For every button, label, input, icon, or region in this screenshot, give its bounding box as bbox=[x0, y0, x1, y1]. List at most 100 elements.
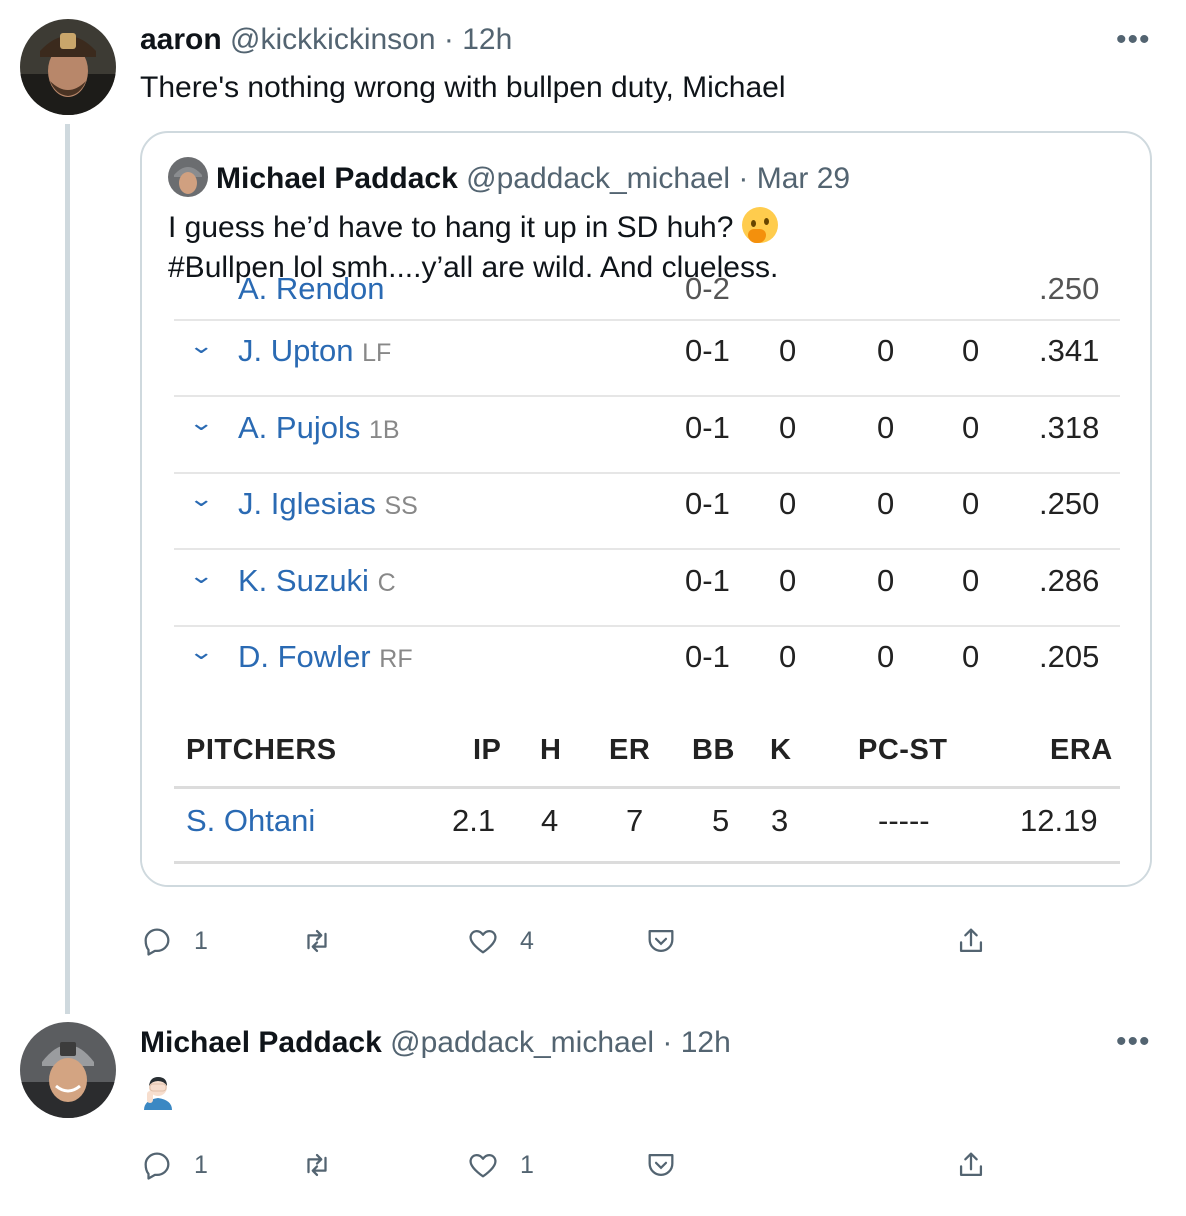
display-name[interactable]: aaron bbox=[140, 23, 222, 56]
batter-bb: 0 bbox=[962, 562, 980, 598]
batter-avg: .318 bbox=[1039, 409, 1100, 445]
like-button[interactable]: 4 bbox=[466, 924, 534, 958]
tweet-header: Michael Paddack @paddack_michael · 12h bbox=[140, 1025, 731, 1061]
batter-ab-h: 0-1 bbox=[685, 409, 730, 445]
batter-ab-h: 0-1 bbox=[685, 486, 730, 521]
reply-count: 1 bbox=[194, 926, 208, 955]
share-button[interactable] bbox=[954, 924, 988, 958]
expand-chevron-icon: ⌄ bbox=[188, 562, 215, 588]
batter-avg: .250 bbox=[1039, 486, 1100, 521]
pitcher-col-header: ER bbox=[609, 734, 651, 766]
more-options-icon[interactable]: ••• bbox=[1116, 1027, 1151, 1057]
pitcher-player: S. Ohtani bbox=[186, 803, 316, 838]
timestamp[interactable]: 12h bbox=[681, 1026, 731, 1059]
pitcher-col-header: ERA bbox=[1050, 734, 1113, 766]
share-button[interactable] bbox=[954, 1148, 988, 1182]
row-divider bbox=[174, 319, 1120, 321]
pitcher-ip: 2.1 bbox=[452, 803, 496, 838]
row-divider bbox=[174, 395, 1120, 397]
pitcher-k: 3 bbox=[771, 803, 789, 838]
batter-ab-h: 0-1 bbox=[685, 562, 730, 598]
batter-r: 0 bbox=[779, 333, 797, 368]
batter-r: 0 bbox=[779, 562, 797, 598]
pitcher-bb: 5 bbox=[712, 803, 730, 838]
avatar-aaron[interactable] bbox=[20, 19, 116, 115]
heart-icon bbox=[469, 929, 497, 954]
retweet-button[interactable] bbox=[300, 924, 334, 958]
avatar-michael-paddack[interactable] bbox=[20, 1022, 116, 1118]
like-count: 1 bbox=[520, 1150, 534, 1179]
batter-bb: 0 bbox=[962, 486, 980, 521]
batter-r: 0 bbox=[779, 639, 797, 674]
batter-name: J. Upton LF bbox=[238, 333, 391, 369]
pitcher-era: 12.19 bbox=[1020, 803, 1098, 838]
quoted-tweet[interactable]: Michael Paddack @paddack_michael · Mar 2… bbox=[140, 131, 1152, 887]
pitcher-h: 4 bbox=[541, 803, 559, 838]
reply-icon bbox=[144, 1152, 170, 1180]
reply-icon bbox=[144, 928, 170, 956]
pitcher-col-header: BB bbox=[692, 734, 735, 766]
tweet-actions: 1 4 bbox=[140, 924, 1000, 964]
batter-position: 1B bbox=[368, 415, 400, 444]
share-icon bbox=[959, 928, 983, 953]
batter-avg: .205 bbox=[1039, 639, 1100, 674]
more-options-icon[interactable]: ••• bbox=[1116, 25, 1151, 55]
partial-row-avg: .250 bbox=[1039, 271, 1100, 306]
separator: · bbox=[662, 1026, 673, 1059]
batter-position: C bbox=[377, 568, 396, 597]
heart-icon bbox=[469, 1153, 497, 1178]
partial-row-ab: 0-2 bbox=[685, 271, 730, 306]
box-score-image: A. Rendon 0-2 .250 ⌄ J. Upton LF 0-1 0 0 0 .34… bbox=[142, 271, 1150, 885]
batter-name: D. Fowler RF bbox=[238, 639, 413, 675]
quote-display-name: Michael Paddack bbox=[216, 162, 458, 195]
reply-button[interactable]: 1 bbox=[140, 924, 208, 958]
batter-player: J. Iglesias bbox=[238, 486, 376, 521]
batter-position: LF bbox=[362, 339, 392, 367]
batter-rbi: 0 bbox=[877, 486, 895, 521]
batter-player: J. Upton bbox=[238, 333, 354, 368]
share-icon bbox=[959, 1152, 983, 1177]
retweet-icon bbox=[307, 1153, 327, 1177]
reply-button[interactable]: 1 bbox=[140, 1148, 208, 1182]
section-divider bbox=[174, 861, 1120, 864]
batter-bb: 0 bbox=[962, 639, 980, 674]
row-divider bbox=[174, 471, 1120, 474]
batter-ab-h: 0-1 bbox=[685, 639, 730, 674]
retweet-button[interactable] bbox=[300, 1148, 334, 1182]
pocket-save-icon bbox=[648, 929, 674, 952]
batter-avg: .286 bbox=[1039, 562, 1100, 598]
batter-player: K. Suzuki bbox=[238, 562, 369, 598]
avatar-paddack bbox=[168, 157, 208, 197]
timestamp[interactable]: 12h bbox=[462, 23, 512, 56]
retweet-icon bbox=[307, 929, 327, 953]
bookmark-button[interactable] bbox=[644, 924, 678, 958]
pitcher-col-header: IP bbox=[473, 734, 502, 766]
expand-chevron-icon: ⌄ bbox=[188, 486, 215, 511]
person-facepalming-icon bbox=[144, 1077, 172, 1110]
row-divider bbox=[174, 548, 1120, 550]
expand-chevron-icon: ⌄ bbox=[188, 639, 215, 664]
row-divider bbox=[174, 624, 1120, 627]
thinking-face-icon bbox=[741, 207, 778, 243]
reply-count: 1 bbox=[194, 1150, 208, 1179]
batter-player: D. Fowler bbox=[238, 639, 371, 674]
batter-name: J. Iglesias SS bbox=[238, 486, 418, 522]
pitcher-col-header: PC-ST bbox=[858, 734, 948, 766]
bookmark-button[interactable] bbox=[644, 1148, 678, 1182]
batter-name: A. Pujols 1B bbox=[238, 410, 400, 446]
tweet-text: There's nothing wrong with bullpen duty,… bbox=[140, 71, 786, 104]
separator: · bbox=[443, 23, 454, 56]
pitcher-col-header: K bbox=[770, 734, 792, 766]
tweet-actions: 1 1 bbox=[140, 1148, 1000, 1188]
batter-rbi: 0 bbox=[877, 333, 895, 368]
batter-position: RF bbox=[379, 645, 413, 673]
batter-rbi: 0 bbox=[877, 409, 895, 445]
like-button[interactable]: 1 bbox=[466, 1148, 534, 1182]
quote-handle: @paddack_michael bbox=[466, 162, 731, 195]
handle[interactable]: @paddack_michael bbox=[390, 1026, 654, 1059]
batter-bb: 0 bbox=[962, 409, 980, 445]
display-name[interactable]: Michael Paddack bbox=[140, 1026, 382, 1059]
handle[interactable]: @kickkickinson bbox=[230, 23, 436, 56]
header-divider bbox=[174, 786, 1120, 789]
partial-row-player: A. Rendon bbox=[238, 271, 385, 306]
